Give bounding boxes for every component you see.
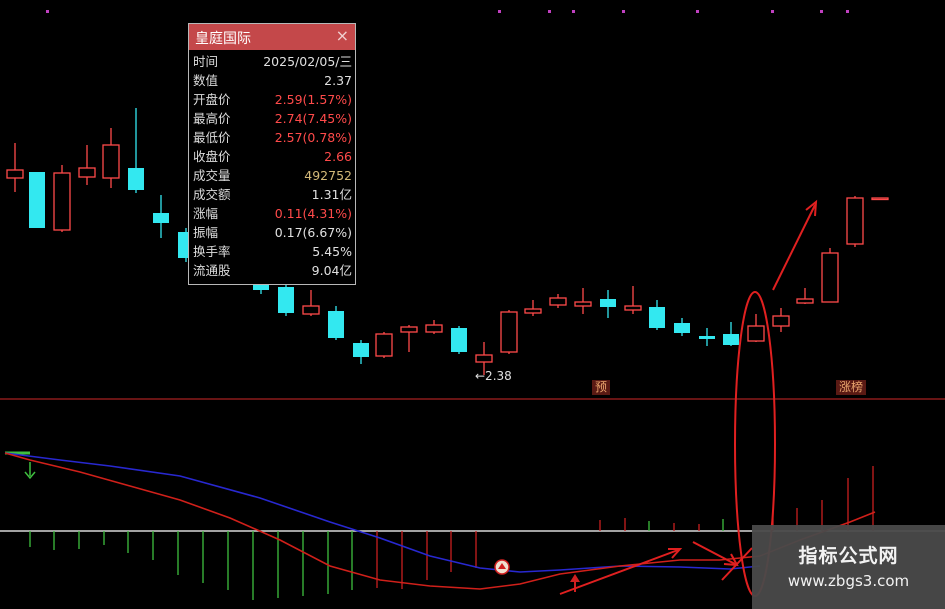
info-label: 换手率	[193, 244, 231, 259]
candle-body	[723, 334, 739, 345]
candle-body	[821, 252, 839, 303]
info-row: 开盘价 2.59(1.57%)	[189, 90, 355, 109]
candle-body	[674, 323, 690, 333]
limit-up-tag: 涨榜	[836, 380, 867, 395]
candlesticks	[6, 108, 889, 375]
info-value: 492752	[304, 168, 352, 183]
info-row: 时间 2025/02/05/三	[189, 52, 355, 71]
candle-body	[624, 305, 642, 311]
info-value: 2.59(1.57%)	[274, 92, 352, 107]
top-marker-dots	[46, 10, 849, 13]
indicator-slow-line	[4, 452, 761, 573]
info-value: 2.57(0.78%)	[274, 130, 352, 145]
info-label: 最高价	[193, 111, 231, 126]
candle-body	[500, 311, 518, 353]
candle-body	[549, 297, 567, 306]
candle-body	[29, 172, 45, 228]
info-value: 2.66	[324, 149, 352, 164]
candle-body	[846, 197, 864, 245]
candle-body	[772, 315, 790, 327]
candle-body	[375, 333, 393, 357]
close-icon[interactable]: ×	[336, 26, 349, 45]
info-value: 2025/02/05/三	[263, 54, 352, 69]
candle-body	[153, 213, 169, 223]
info-label: 开盘价	[193, 92, 231, 107]
candle-body	[302, 305, 320, 315]
candle-body	[253, 285, 269, 290]
info-value: 2.37	[324, 73, 352, 88]
indicator-down-arrow	[24, 462, 36, 480]
info-label: 涨幅	[193, 206, 219, 221]
info-value: 9.04亿	[311, 263, 352, 278]
info-row: 数值 2.37	[189, 71, 355, 90]
candle-body	[796, 298, 814, 304]
info-row: 流通股 9.04亿	[189, 261, 355, 280]
kline-chart[interactable]	[0, 0, 945, 609]
info-row: 涨幅 0.11(4.31%)	[189, 204, 355, 223]
candle-body	[353, 343, 369, 357]
forecast-tag: 预	[592, 380, 611, 395]
info-value: 0.17(6.67%)	[274, 225, 352, 240]
low-price-label: ←2.38	[475, 369, 512, 383]
watermark-title: 指标公式网	[798, 545, 899, 567]
info-label: 数值	[193, 73, 219, 88]
candle-body	[524, 308, 542, 314]
stock-name: 皇庭国际	[195, 31, 251, 47]
info-label: 时间	[193, 54, 219, 69]
candle-body	[600, 299, 616, 307]
info-row: 成交额 1.31亿	[189, 185, 355, 204]
info-row: 换手率 5.45%	[189, 242, 355, 261]
info-row: 成交量 492752	[189, 166, 355, 185]
info-row: 收盘价 2.66	[189, 147, 355, 166]
candle-body	[400, 326, 418, 333]
watermark-url: www.zbgs3.com	[787, 572, 910, 590]
candle-body	[649, 307, 665, 328]
candle-body	[328, 311, 344, 338]
info-panel: 皇庭国际 × 时间 2025/02/05/三数值 2.37 开盘价 2.59(1.57%…	[188, 23, 356, 285]
candle-body	[699, 336, 715, 339]
info-row: 最低价 2.57(0.78%)	[189, 128, 355, 147]
info-row: 最高价 2.74(7.45%)	[189, 109, 355, 128]
candle-body	[475, 354, 493, 363]
info-row: 振幅 0.17(6.67%)	[189, 223, 355, 242]
info-label: 成交量	[193, 168, 231, 183]
info-panel-rows: 时间 2025/02/05/三数值 2.37 开盘价 2.59(1.57%) 最高价 2.7…	[189, 50, 355, 280]
candle-body	[6, 169, 24, 179]
candle-body	[78, 167, 96, 178]
info-value: 0.11(4.31%)	[274, 206, 352, 221]
candle-body	[278, 287, 294, 313]
info-label: 成交额	[193, 187, 231, 202]
info-label: 最低价	[193, 130, 231, 145]
candle-body	[574, 301, 592, 307]
info-label: 流通股	[193, 263, 231, 278]
info-value: 2.74(7.45%)	[274, 111, 352, 126]
info-panel-header: 皇庭国际 ×	[189, 24, 355, 50]
info-value: 5.45%	[312, 244, 352, 259]
candle-body	[451, 328, 467, 352]
info-label: 收盘价	[193, 149, 231, 164]
buy-signal-icon	[494, 559, 510, 575]
candle-body	[871, 197, 889, 201]
candle-body	[425, 324, 443, 333]
candle-body	[128, 168, 144, 190]
candle-body	[53, 172, 71, 231]
candle-body	[102, 144, 120, 179]
info-label: 振幅	[193, 225, 219, 240]
watermark: 指标公式网 www.zbgs3.com	[752, 525, 945, 609]
candle-body	[747, 325, 765, 342]
info-value: 1.31亿	[311, 187, 352, 202]
